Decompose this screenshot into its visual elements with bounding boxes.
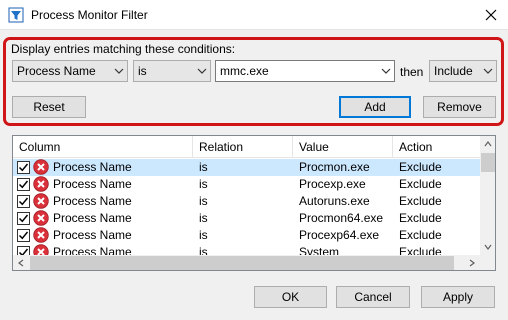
vertical-scrollbar[interactable] bbox=[480, 136, 495, 255]
row-column: Process Name bbox=[53, 160, 132, 174]
table-row[interactable]: Process Name is Procmon64.exe Exclude bbox=[13, 210, 480, 227]
row-action: Exclude bbox=[399, 177, 442, 191]
table-row[interactable]: Process Name is Autoruns.exe Exclude bbox=[13, 193, 480, 210]
chevron-right-icon bbox=[469, 259, 475, 267]
scroll-down-button[interactable] bbox=[480, 239, 495, 255]
row-checkbox[interactable] bbox=[17, 229, 30, 242]
reset-button[interactable]: Reset bbox=[12, 96, 86, 118]
row-column: Process Name bbox=[53, 194, 132, 208]
cancel-button[interactable]: Cancel bbox=[336, 286, 410, 308]
exclude-x-icon bbox=[33, 227, 49, 243]
exclude-x-icon bbox=[33, 210, 49, 226]
scroll-right-button[interactable] bbox=[464, 255, 480, 270]
scroll-up-button[interactable] bbox=[480, 136, 495, 152]
action-select-value: Include bbox=[434, 64, 473, 78]
scroll-left-button[interactable] bbox=[13, 255, 29, 270]
column-select-value: Process Name bbox=[17, 64, 96, 78]
close-icon bbox=[485, 9, 497, 21]
row-action: Exclude bbox=[399, 228, 442, 242]
list-header: Column Relation Value Action bbox=[13, 136, 480, 158]
exclude-x-icon bbox=[33, 159, 49, 175]
row-value: Autoruns.exe bbox=[299, 194, 370, 208]
header-action[interactable]: Action bbox=[393, 136, 480, 158]
checkmark-icon bbox=[18, 214, 29, 223]
chevron-down-icon bbox=[381, 68, 391, 74]
filter-funnel-icon bbox=[8, 7, 24, 23]
header-value[interactable]: Value bbox=[293, 136, 393, 158]
relation-select[interactable]: is bbox=[133, 60, 211, 82]
row-column: Process Name bbox=[53, 211, 132, 225]
exclude-x-icon bbox=[33, 193, 49, 209]
row-relation: is bbox=[199, 228, 208, 242]
add-button[interactable]: Add bbox=[339, 96, 411, 118]
row-column: Process Name bbox=[53, 228, 132, 242]
window-title: Process Monitor Filter bbox=[31, 8, 148, 22]
row-checkbox[interactable] bbox=[17, 195, 30, 208]
row-checkbox[interactable] bbox=[17, 212, 30, 225]
remove-button[interactable]: Remove bbox=[423, 96, 496, 118]
row-relation: is bbox=[199, 194, 208, 208]
action-select[interactable]: Include bbox=[429, 60, 497, 82]
column-select[interactable]: Process Name bbox=[12, 60, 128, 82]
row-value: Procexp.exe bbox=[299, 177, 366, 191]
table-row[interactable]: Process Name is Procexp.exe Exclude bbox=[13, 176, 480, 193]
checkmark-icon bbox=[18, 163, 29, 172]
chevron-down-icon bbox=[484, 244, 492, 250]
row-action: Exclude bbox=[399, 211, 442, 225]
chevron-up-icon bbox=[484, 141, 492, 147]
row-value: Procexp64.exe bbox=[299, 228, 380, 242]
checkmark-icon bbox=[18, 231, 29, 240]
chevron-left-icon bbox=[18, 259, 24, 267]
row-checkbox[interactable] bbox=[17, 161, 30, 174]
table-row[interactable]: Process Name is Procexp64.exe Exclude bbox=[13, 227, 480, 244]
checkmark-icon bbox=[18, 180, 29, 189]
row-checkbox[interactable] bbox=[17, 178, 30, 191]
title-bar: Process Monitor Filter bbox=[0, 0, 508, 30]
chevron-down-icon bbox=[197, 68, 207, 74]
chevron-down-icon bbox=[483, 68, 493, 74]
row-relation: is bbox=[199, 160, 208, 174]
exclude-x-icon bbox=[33, 176, 49, 192]
horizontal-scroll-thumb[interactable] bbox=[30, 256, 454, 270]
filter-list[interactable]: Column Relation Value Action Process Nam… bbox=[12, 135, 496, 271]
row-value: Procmon64.exe bbox=[299, 211, 384, 225]
row-action: Exclude bbox=[399, 160, 442, 174]
vertical-scroll-thumb[interactable] bbox=[481, 153, 495, 172]
value-combo-text: mmc.exe bbox=[220, 64, 269, 78]
relation-select-value: is bbox=[138, 64, 147, 78]
then-label: then bbox=[400, 65, 424, 79]
chevron-down-icon bbox=[114, 68, 124, 74]
scroll-corner bbox=[480, 255, 495, 270]
header-column[interactable]: Column bbox=[13, 136, 193, 158]
ok-button[interactable]: OK bbox=[254, 286, 327, 308]
close-button[interactable] bbox=[474, 0, 508, 30]
horizontal-scrollbar[interactable] bbox=[13, 255, 480, 270]
conditions-label: Display entries matching these condition… bbox=[11, 42, 236, 56]
row-action: Exclude bbox=[399, 194, 442, 208]
table-row[interactable]: Process Name is Procmon.exe Exclude bbox=[13, 159, 480, 176]
apply-button[interactable]: Apply bbox=[421, 286, 495, 308]
row-column: Process Name bbox=[53, 177, 132, 191]
row-relation: is bbox=[199, 177, 208, 191]
header-relation[interactable]: Relation bbox=[193, 136, 293, 158]
row-relation: is bbox=[199, 211, 208, 225]
checkmark-icon bbox=[18, 197, 29, 206]
row-value: Procmon.exe bbox=[299, 160, 370, 174]
value-combo[interactable]: mmc.exe bbox=[215, 60, 395, 82]
